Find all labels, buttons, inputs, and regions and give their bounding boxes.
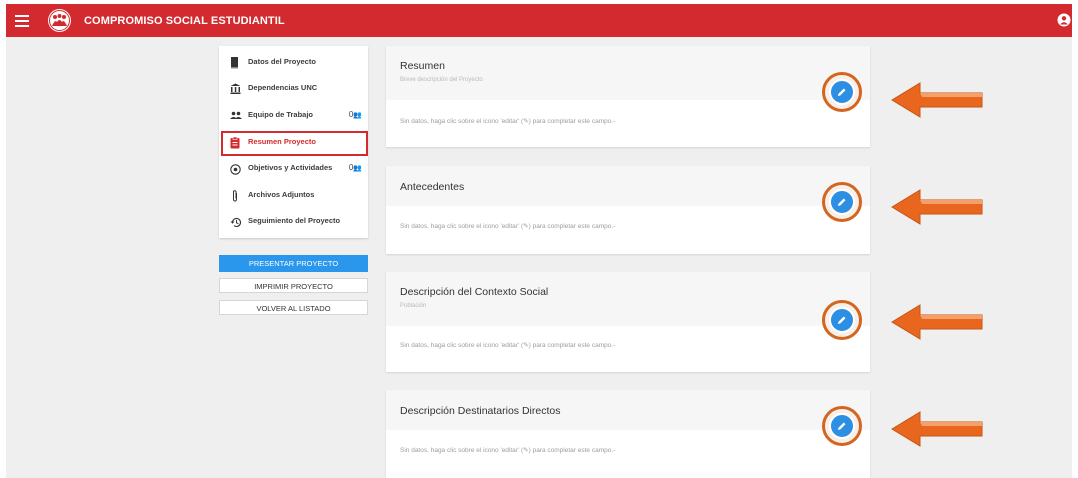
- card-title: Resumen: [400, 60, 445, 72]
- app-title: COMPROMISO SOCIAL ESTUDIANTIL: [84, 15, 285, 27]
- card-title: Descripción del Contexto Social: [400, 286, 549, 298]
- paperclip-icon: [230, 189, 240, 202]
- card-header: Resumen Breve descripción del Proyecto: [386, 46, 870, 100]
- sidebar-item-dependencias[interactable]: Dependencias UNC: [219, 78, 368, 104]
- sidebar-item-label: Objetivos y Actividades: [248, 163, 333, 172]
- arrow-annotation-3: [891, 304, 983, 340]
- edit-antecedentes-button[interactable]: [822, 182, 862, 222]
- sidebar-item-label: Archivos Adjuntos: [248, 190, 315, 199]
- section-card-contexto-social: Descripción del Contexto Social Població…: [386, 272, 870, 372]
- sidebar-item-label: Datos del Proyecto: [248, 57, 316, 66]
- app-logo: [48, 9, 71, 32]
- section-card-antecedentes: Antecedentes Sin datos, haga clic sobre …: [386, 166, 870, 254]
- card-title: Antecedentes: [400, 181, 465, 193]
- card-title: Descripción Destinatarios Directos: [400, 405, 561, 417]
- sidebar-item-label: Equipo de Trabajo: [248, 110, 314, 119]
- app-frame: COMPROMISO SOCIAL ESTUDIANTIL Datos del …: [6, 4, 1072, 478]
- sidebar-item-resumen[interactable]: Resumen Proyecto: [219, 132, 368, 158]
- present-project-button[interactable]: PRESENTAR PROYECTO: [219, 255, 368, 272]
- clipboard-icon: [230, 136, 240, 149]
- empty-message: Sin datos, haga clic sobre el icono 'edi…: [400, 118, 616, 125]
- card-header: Descripción del Contexto Social Població…: [386, 272, 870, 326]
- back-to-list-button[interactable]: VOLVER AL LISTADO: [219, 300, 368, 315]
- print-project-button[interactable]: IMPRIMIR PROYECTO: [219, 278, 368, 293]
- user-account-icon[interactable]: [1057, 13, 1071, 27]
- card-subtitle: Breve descripción del Proyecto: [400, 77, 483, 83]
- card-header: Descripción Destinatarios Directos: [386, 390, 870, 430]
- section-card-resumen: Resumen Breve descripción del Proyecto S…: [386, 46, 870, 147]
- sidebar-item-objetivos[interactable]: Objetivos y Actividades 0👥: [219, 158, 368, 184]
- sidebar-item-equipo[interactable]: Equipo de Trabajo 0👥: [219, 105, 368, 131]
- card-header: Antecedentes: [386, 166, 870, 206]
- top-bar: COMPROMISO SOCIAL ESTUDIANTIL: [6, 4, 1072, 37]
- hamburger-menu-icon[interactable]: [15, 12, 29, 28]
- member-count: 0👥: [348, 110, 362, 119]
- empty-message: Sin datos, haga clic sobre el icono 'edi…: [400, 223, 616, 230]
- empty-message: Sin datos, haga clic sobre el icono 'edi…: [400, 342, 616, 349]
- objective-count: 0👥: [348, 163, 362, 172]
- people-icon: [230, 109, 242, 121]
- history-icon: [230, 215, 241, 227]
- book-icon: [230, 56, 240, 69]
- arrow-annotation-1: [891, 82, 983, 118]
- sidebar-item-archivos[interactable]: Archivos Adjuntos: [219, 185, 368, 211]
- sidebar-item-datos[interactable]: Datos del Proyecto: [219, 52, 368, 78]
- sidebar-item-label: Resumen Proyecto: [248, 137, 316, 146]
- pencil-icon: [838, 316, 846, 324]
- pencil-icon: [838, 88, 846, 96]
- target-icon: [230, 162, 241, 175]
- institution-icon: [230, 82, 241, 94]
- sidebar-item-label: Seguimiento del Proyecto: [248, 216, 341, 225]
- edit-contexto-button[interactable]: [822, 300, 862, 340]
- card-subtitle: Población: [400, 303, 427, 309]
- empty-message: Sin datos, haga clic sobre el icono 'edi…: [400, 447, 616, 454]
- arrow-annotation-4: [891, 411, 983, 447]
- edit-destinatarios-button[interactable]: [822, 406, 862, 446]
- arrow-annotation-2: [891, 189, 983, 225]
- section-card-destinatarios: Descripción Destinatarios Directos Sin d…: [386, 390, 870, 478]
- project-sidebar: Datos del Proyecto Dependencias UNC Equi…: [219, 46, 368, 238]
- edit-resumen-button[interactable]: [822, 72, 862, 112]
- pencil-icon: [838, 198, 846, 206]
- pencil-icon: [838, 422, 846, 430]
- sidebar-item-label: Dependencias UNC: [248, 83, 318, 92]
- sidebar-item-seguimiento[interactable]: Seguimiento del Proyecto: [219, 211, 368, 237]
